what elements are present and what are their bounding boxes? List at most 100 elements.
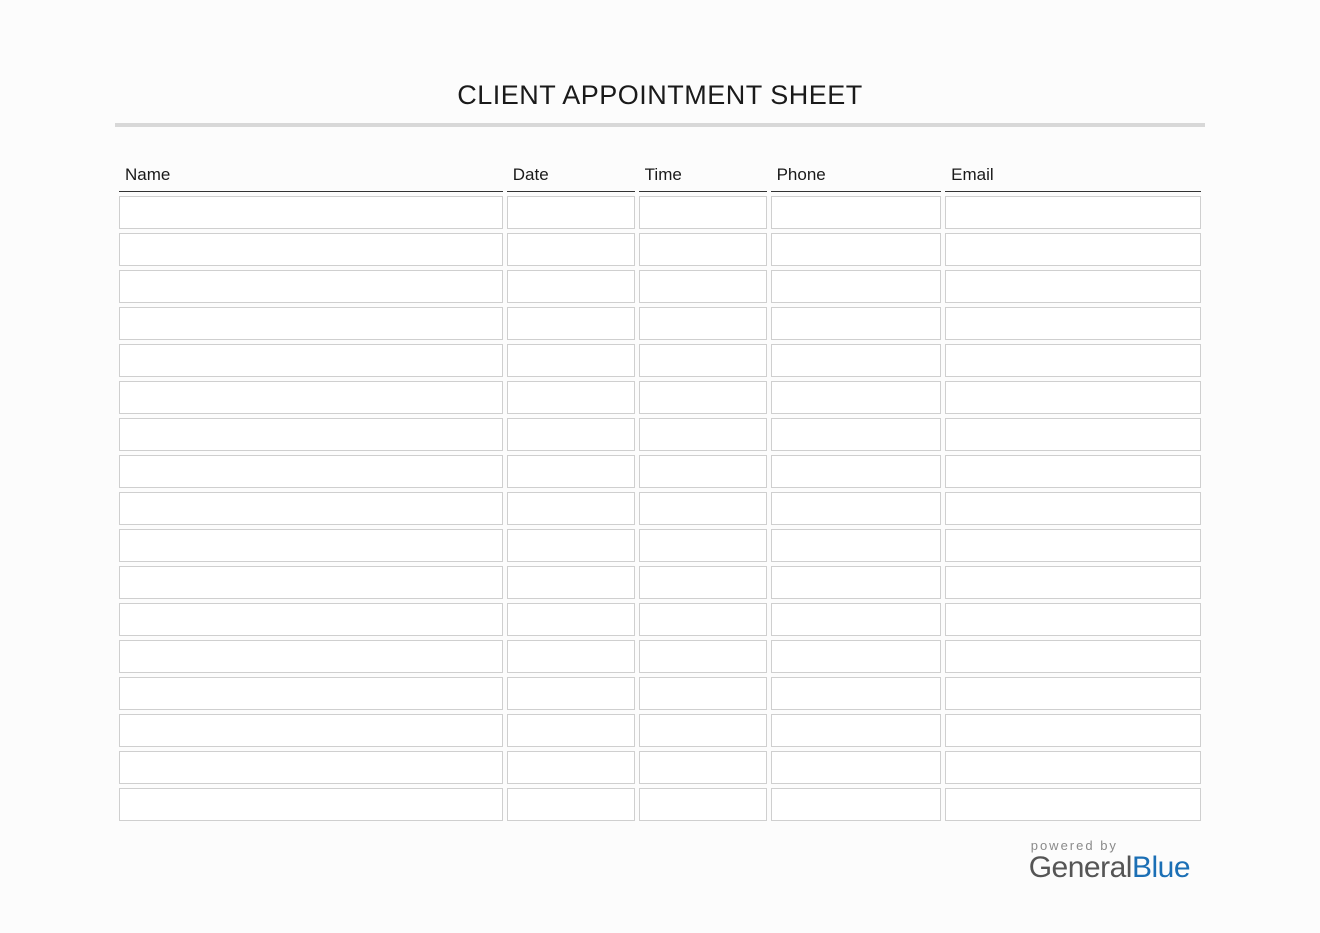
brand-part-blue: Blue (1132, 851, 1190, 884)
table-cell (945, 603, 1201, 636)
table-cell (771, 640, 942, 673)
table-row (119, 344, 1201, 377)
table-cell (771, 714, 942, 747)
table-row (119, 492, 1201, 525)
table-cell (119, 751, 503, 784)
table-cell (945, 714, 1201, 747)
table-cell (639, 566, 767, 599)
table-cell (639, 677, 767, 710)
table-cell (945, 270, 1201, 303)
table-cell (771, 418, 942, 451)
table-row (119, 307, 1201, 340)
table-cell (507, 381, 635, 414)
table-row (119, 788, 1201, 821)
table-cell (119, 603, 503, 636)
table-cell (507, 603, 635, 636)
table-cell (639, 233, 767, 266)
table-cell (639, 418, 767, 451)
table-row (119, 455, 1201, 488)
table-cell (119, 307, 503, 340)
column-header-phone: Phone (771, 159, 942, 192)
table-cell (119, 344, 503, 377)
table-cell (507, 788, 635, 821)
table-cell (639, 714, 767, 747)
table-cell (639, 344, 767, 377)
table-row (119, 714, 1201, 747)
table-cell (771, 270, 942, 303)
appointment-table: Name Date Time Phone Email (115, 155, 1205, 825)
table-cell (771, 307, 942, 340)
table-cell (639, 788, 767, 821)
table-cell (507, 751, 635, 784)
table-cell (945, 344, 1201, 377)
table-cell (945, 640, 1201, 673)
table-cell (119, 492, 503, 525)
table-header-row: Name Date Time Phone Email (119, 159, 1201, 192)
table-row (119, 566, 1201, 599)
table-row (119, 603, 1201, 636)
table-cell (771, 233, 942, 266)
table-cell (119, 714, 503, 747)
footer: powered by GeneralBlue (1029, 838, 1190, 883)
table-cell (119, 381, 503, 414)
table-cell (507, 566, 635, 599)
table-cell (119, 677, 503, 710)
table-cell (119, 418, 503, 451)
table-cell (639, 603, 767, 636)
column-header-email: Email (945, 159, 1201, 192)
table-cell (771, 196, 942, 229)
table-cell (945, 233, 1201, 266)
table-cell (945, 677, 1201, 710)
table-row (119, 196, 1201, 229)
brand-logo: GeneralBlue (1029, 853, 1190, 883)
table-cell (771, 381, 942, 414)
table-cell (119, 270, 503, 303)
table-row (119, 640, 1201, 673)
table-cell (119, 640, 503, 673)
table-row (119, 677, 1201, 710)
table-row (119, 529, 1201, 562)
column-header-date: Date (507, 159, 635, 192)
table-row (119, 751, 1201, 784)
table-row (119, 270, 1201, 303)
table-cell (119, 566, 503, 599)
table-cell (119, 196, 503, 229)
table-cell (639, 196, 767, 229)
table-cell (771, 344, 942, 377)
table-cell (945, 566, 1201, 599)
table-cell (119, 788, 503, 821)
table-cell (771, 603, 942, 636)
page-title: CLIENT APPOINTMENT SHEET (115, 80, 1205, 111)
table-cell (771, 566, 942, 599)
table-cell (507, 455, 635, 488)
table-row (119, 233, 1201, 266)
column-header-time: Time (639, 159, 767, 192)
table-cell (119, 455, 503, 488)
table-row (119, 381, 1201, 414)
table-cell (945, 418, 1201, 451)
table-cell (771, 751, 942, 784)
table-cell (945, 307, 1201, 340)
table-cell (945, 788, 1201, 821)
table-cell (639, 640, 767, 673)
table-cell (639, 381, 767, 414)
table-cell (945, 455, 1201, 488)
table-cell (507, 492, 635, 525)
table-cell (639, 751, 767, 784)
table-row (119, 418, 1201, 451)
table-cell (507, 418, 635, 451)
table-cell (507, 344, 635, 377)
table-cell (771, 529, 942, 562)
table-cell (945, 751, 1201, 784)
table-cell (639, 529, 767, 562)
brand-part-general: General (1029, 851, 1132, 884)
table-cell (771, 788, 942, 821)
table-cell (771, 492, 942, 525)
table-cell (507, 714, 635, 747)
table-cell (119, 529, 503, 562)
table-cell (507, 270, 635, 303)
table-cell (771, 677, 942, 710)
table-cell (639, 307, 767, 340)
table-cell (507, 196, 635, 229)
table-cell (507, 677, 635, 710)
